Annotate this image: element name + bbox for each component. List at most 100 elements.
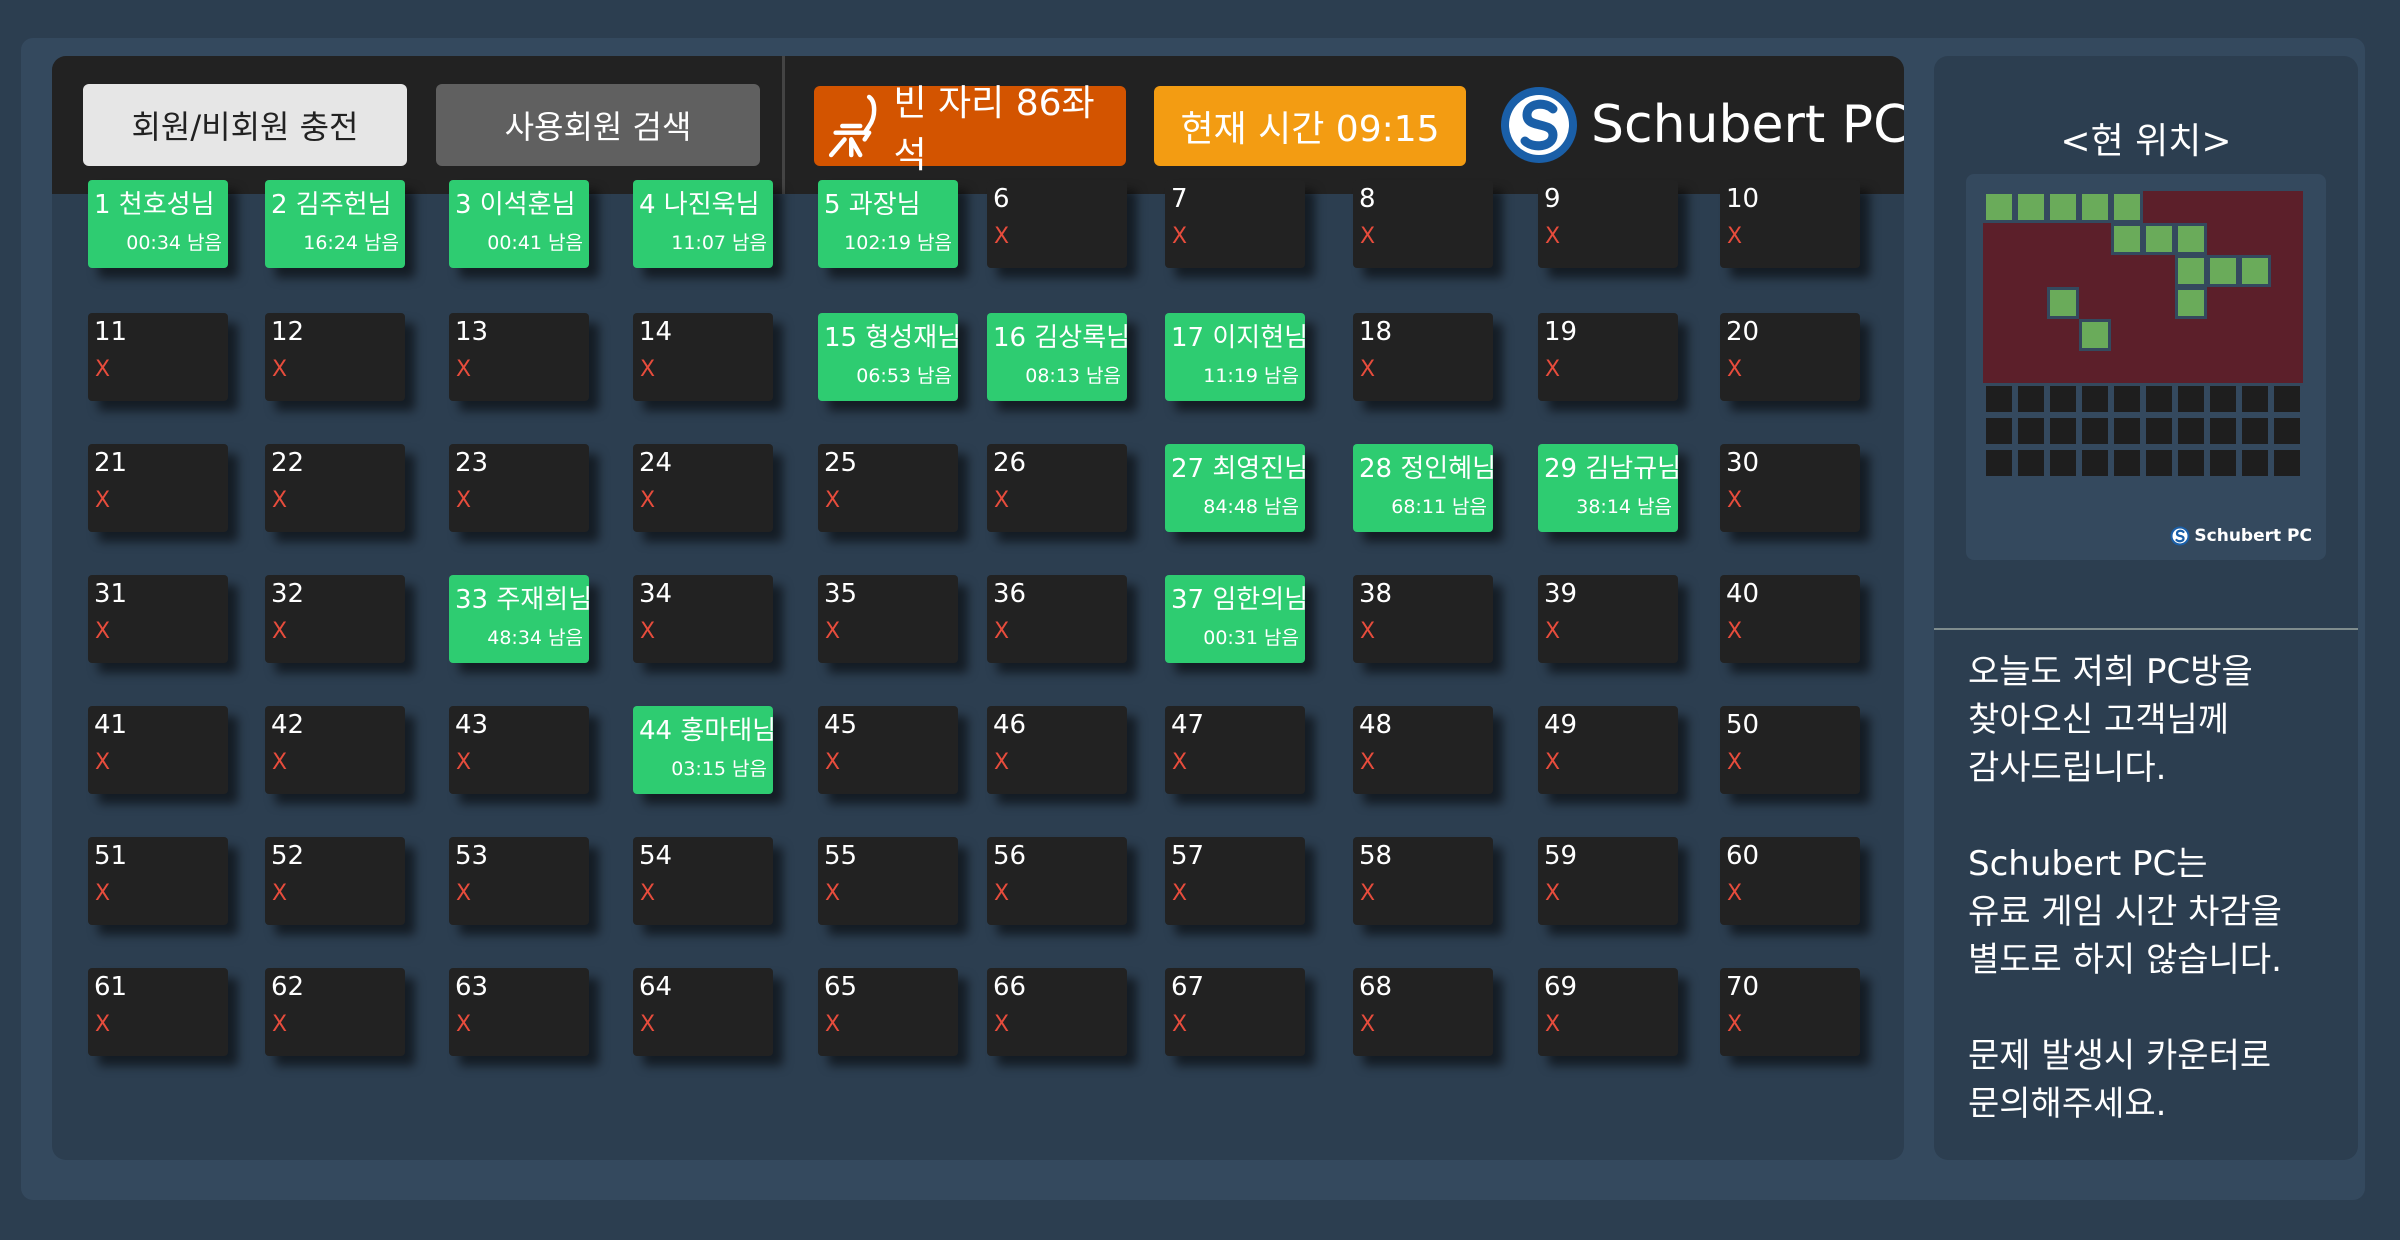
seat-52[interactable]: 52 X [265,837,405,925]
seat-42[interactable]: 42 X [265,706,405,794]
search-member-button[interactable]: 사용회원 검색 [436,84,760,166]
seat-48[interactable]: 48 X [1353,706,1493,794]
seat-10[interactable]: 10 X [1720,180,1860,268]
seat-44[interactable]: 44 홍마태님 03:15 남음 [633,706,777,794]
minimap-cell [2178,386,2204,412]
seat-37[interactable]: 37 임한의님 00:31 남음 [1165,575,1308,663]
seat-69[interactable]: 69 X [1538,968,1678,1056]
seat-29[interactable]: 29 김남규님 38:14 남음 [1538,444,1681,532]
seat-title: 23 [455,448,489,478]
seat-33[interactable]: 33 주재희님 48:34 남음 [449,575,592,663]
seat-15[interactable]: 15 형성재님 06:53 남음 [818,313,961,401]
seat-19[interactable]: 19 X [1538,313,1678,401]
minimap-cell [1986,386,2012,412]
seat-title: 6 [993,184,1010,214]
minimap-cell [2114,450,2140,476]
seat-57[interactable]: 57 X [1165,837,1305,925]
seat-empty-mark: X [1172,750,1188,775]
seat-9[interactable]: 9X [1538,180,1678,268]
seat-26[interactable]: 26 X [987,444,1127,532]
seat-empty-mark: X [1727,224,1743,249]
charge-button[interactable]: 회원/비회원 충전 [83,84,407,166]
seat-58[interactable]: 58 X [1353,837,1493,925]
seat-remaining-time: 00:31 남음 [1203,627,1299,649]
seat-23[interactable]: 23 X [449,444,589,532]
seat-empty-mark: X [272,488,288,513]
seat-49[interactable]: 49 X [1538,706,1678,794]
seat-60[interactable]: 60 X [1720,837,1860,925]
seat-28[interactable]: 28 정인혜님 68:11 남음 [1353,444,1496,532]
minimap-cell [2082,450,2108,476]
seat-67[interactable]: 67 X [1165,968,1305,1056]
seat-32[interactable]: 32 X [265,575,405,663]
seat-63[interactable]: 63 X [449,968,589,1056]
seat-36[interactable]: 36 X [987,575,1127,663]
seat-6[interactable]: 6X [987,180,1127,268]
seat-46[interactable]: 46 X [987,706,1127,794]
seat-25[interactable]: 25 X [818,444,958,532]
seat-47[interactable]: 47 X [1165,706,1305,794]
seat-11[interactable]: 11 X [88,313,228,401]
seat-68[interactable]: 68 X [1353,968,1493,1056]
seat-13[interactable]: 13 X [449,313,589,401]
seat-59[interactable]: 59 X [1538,837,1678,925]
seat-5[interactable]: 5 과장님 102:19 남음 [818,180,958,268]
seat-61[interactable]: 61 X [88,968,228,1056]
seat-18[interactable]: 18 X [1353,313,1493,401]
seat-51[interactable]: 51 X [88,837,228,925]
seat-45[interactable]: 45 X [818,706,958,794]
empty-seats-text: 빈 자리 86좌석 [893,83,1095,176]
minimap-cell [2114,194,2140,220]
seat-38[interactable]: 38 X [1353,575,1493,663]
seat-66[interactable]: 66 X [987,968,1127,1056]
seat-35[interactable]: 35 X [818,575,958,663]
minimap-brand-name: Schubert PC [2194,526,2312,546]
seat-7[interactable]: 7X [1165,180,1305,268]
minimap-cell [2050,194,2076,220]
notice-paragraph: 문제 발생시 카운터로 문의해주세요. [1968,1036,2272,1124]
seat-empty-mark: X [825,619,841,644]
seat-title: 2 김주헌님 [271,190,392,220]
seat-22[interactable]: 22 X [265,444,405,532]
seat-50[interactable]: 50 X [1720,706,1860,794]
seat-title: 50 [1726,710,1760,740]
seat-16[interactable]: 16 김상록님 08:13 남음 [987,313,1130,401]
seat-55[interactable]: 55 X [818,837,958,925]
minimap-cell [2210,386,2236,412]
seat-title: 57 [1171,841,1205,871]
seat-2[interactable]: 2 김주헌님 16:24 남음 [265,180,405,268]
seat-empty-mark: X [1545,224,1561,249]
seat-56[interactable]: 56 X [987,837,1127,925]
seat-64[interactable]: 64 X [633,968,773,1056]
seat-30[interactable]: 30 X [1720,444,1860,532]
seat-title: 63 [455,972,489,1002]
seat-70[interactable]: 70 X [1720,968,1860,1056]
seat-empty-mark: X [640,881,656,906]
seat-24[interactable]: 24 X [633,444,773,532]
seat-empty-mark: X [1545,750,1561,775]
seat-53[interactable]: 53 X [449,837,589,925]
seat-14[interactable]: 14 X [633,313,773,401]
seat-8[interactable]: 8X [1353,180,1493,268]
seat-17[interactable]: 17 이지현님 11:19 남음 [1165,313,1308,401]
seat-31[interactable]: 31 X [88,575,228,663]
seat-4[interactable]: 4 나진욱님 11:07 남음 [633,180,773,268]
seat-20[interactable]: 20 X [1720,313,1860,401]
seat-12[interactable]: 12 X [265,313,405,401]
seat-title: 44 홍마태님 [639,716,777,746]
seat-41[interactable]: 41 X [88,706,228,794]
seat-27[interactable]: 27 최영진님 84:48 남음 [1165,444,1308,532]
seat-39[interactable]: 39 X [1538,575,1678,663]
seat-21[interactable]: 21 X [88,444,228,532]
seat-54[interactable]: 54 X [633,837,773,925]
seat-empty-mark: X [1360,1012,1376,1037]
minimap-cell [2146,194,2172,220]
seat-62[interactable]: 62 X [265,968,405,1056]
minimap-cell [2178,258,2204,284]
seat-65[interactable]: 65 X [818,968,958,1056]
seat-43[interactable]: 43 X [449,706,589,794]
seat-40[interactable]: 40 X [1720,575,1860,663]
seat-1[interactable]: 1 천호성님 00:34 남음 [88,180,228,268]
seat-3[interactable]: 3 이석훈님 00:41 남음 [449,180,589,268]
seat-34[interactable]: 34 X [633,575,773,663]
